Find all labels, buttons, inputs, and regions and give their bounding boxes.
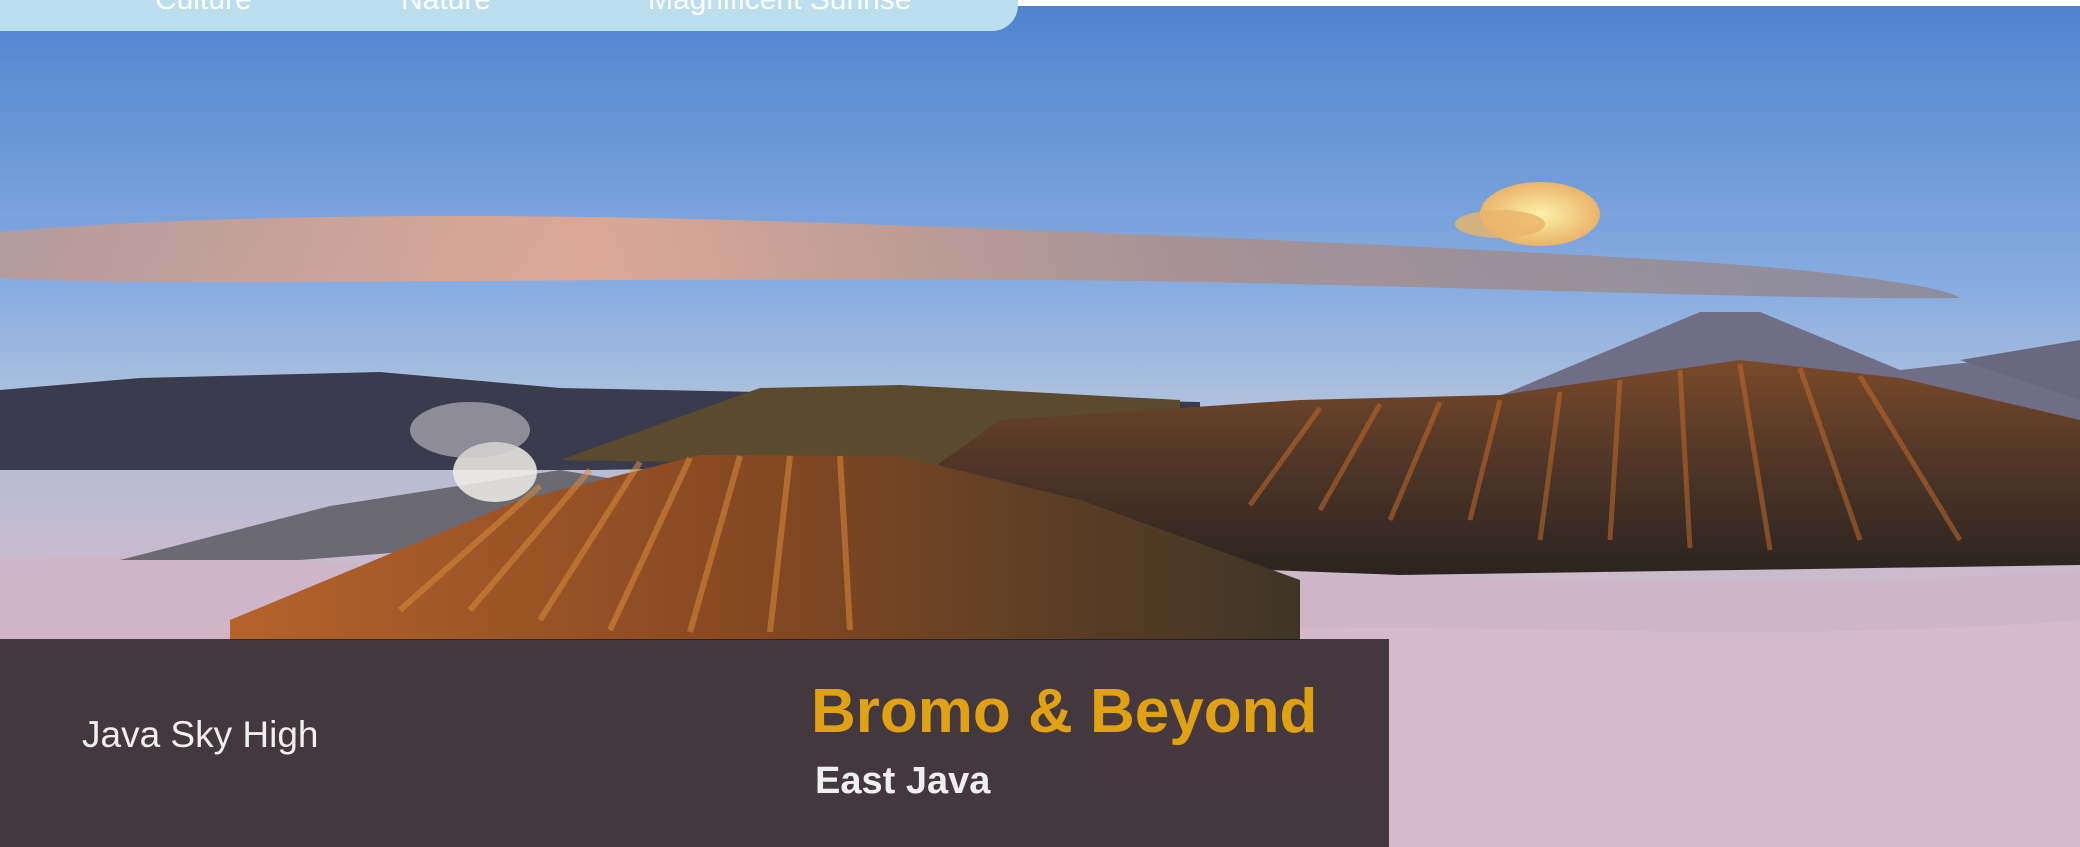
top-divider — [1018, 0, 2080, 6]
page-title: Bromo & Beyond — [811, 677, 1318, 746]
nav-item-culture[interactable]: Culture — [155, 0, 252, 17]
nav-item-nature[interactable]: Nature — [401, 0, 491, 17]
page-subtitle: East Java — [815, 760, 991, 802]
top-navigation-bar: Culture Nature Magnificent Sunrise — [0, 0, 1018, 31]
nav-item-magnificent-sunrise[interactable]: Magnificent Sunrise — [648, 0, 911, 17]
section-caption: Java Sky High — [82, 714, 319, 755]
